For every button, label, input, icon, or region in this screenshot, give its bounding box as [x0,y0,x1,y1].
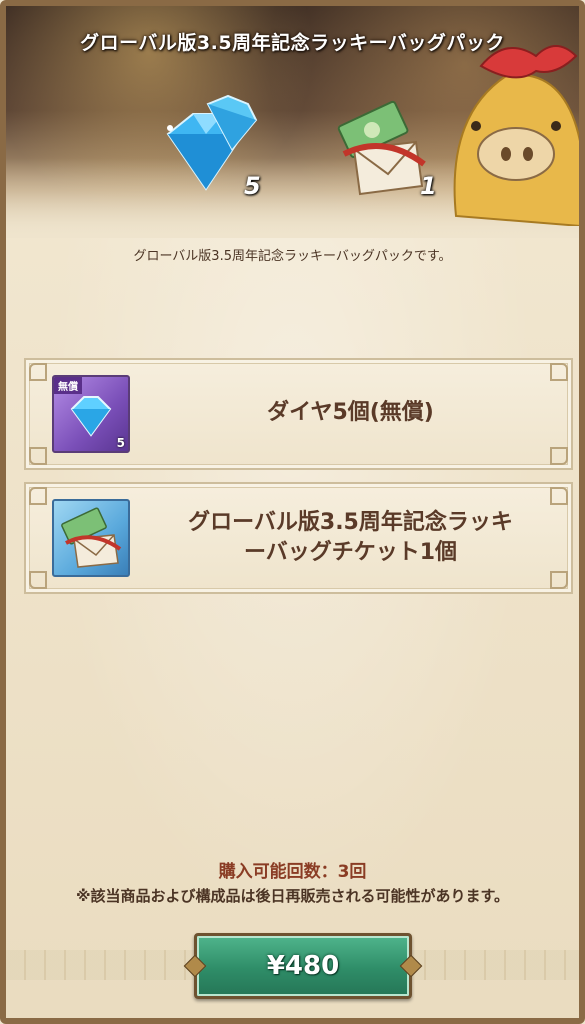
item-label: ダイヤ5個(無償) [267,400,434,425]
item-label-line: グローバル版3.5周年記念ラッキ [188,510,513,535]
lucky-bag-mascot-icon [453,45,579,226]
item-label: グローバル版3.5周年記念ラッキ ーバッグチケット1個 [146,508,555,568]
item-label-line: ーバッグチケット1個 [243,540,458,565]
purchase-price-button[interactable]: ¥480 [183,933,423,999]
diamond-thumbnail: 無償 5 [52,375,130,453]
pack-title: グローバル版3.5周年記念ラッキーバッグパック [80,32,505,54]
pack-description: グローバル版3.5周年記念ラッキーバッグパックです。 [133,249,452,264]
pack-dialog: グローバル版3.5周年記念ラッキーバッグパック 5 1 グローバル版3.5周年記… [0,0,585,1024]
ticket-thumbnail [52,499,130,577]
ornament-corner [29,487,47,505]
ornament-corner [29,571,47,589]
ornament-corner [550,487,568,505]
price-label: ¥480 [266,951,340,981]
free-tag: 無償 [54,377,82,394]
ticket-envelope-icon [61,507,122,568]
gem-count: 5 [244,172,261,200]
item-row-diamonds: 無償 5 ダイヤ5個(無償) [24,358,573,470]
ornament-corner [550,363,568,381]
ticket-envelope-icon [337,100,426,196]
ornament-corner [550,447,568,465]
item-row-ticket: グローバル版3.5周年記念ラッキ ーバッグチケット1個 [24,482,573,594]
purchase-limit: 購入可能回数：3回 [218,862,367,882]
ornament-corner [29,447,47,465]
ticket-count: 1 [420,172,437,200]
item-quantity: 5 [116,436,125,450]
resale-notice: ※該当商品および構成品は後日再販売される可能性があります。 [75,887,510,905]
ornament-corner [550,571,568,589]
ornament-corner [29,363,47,381]
